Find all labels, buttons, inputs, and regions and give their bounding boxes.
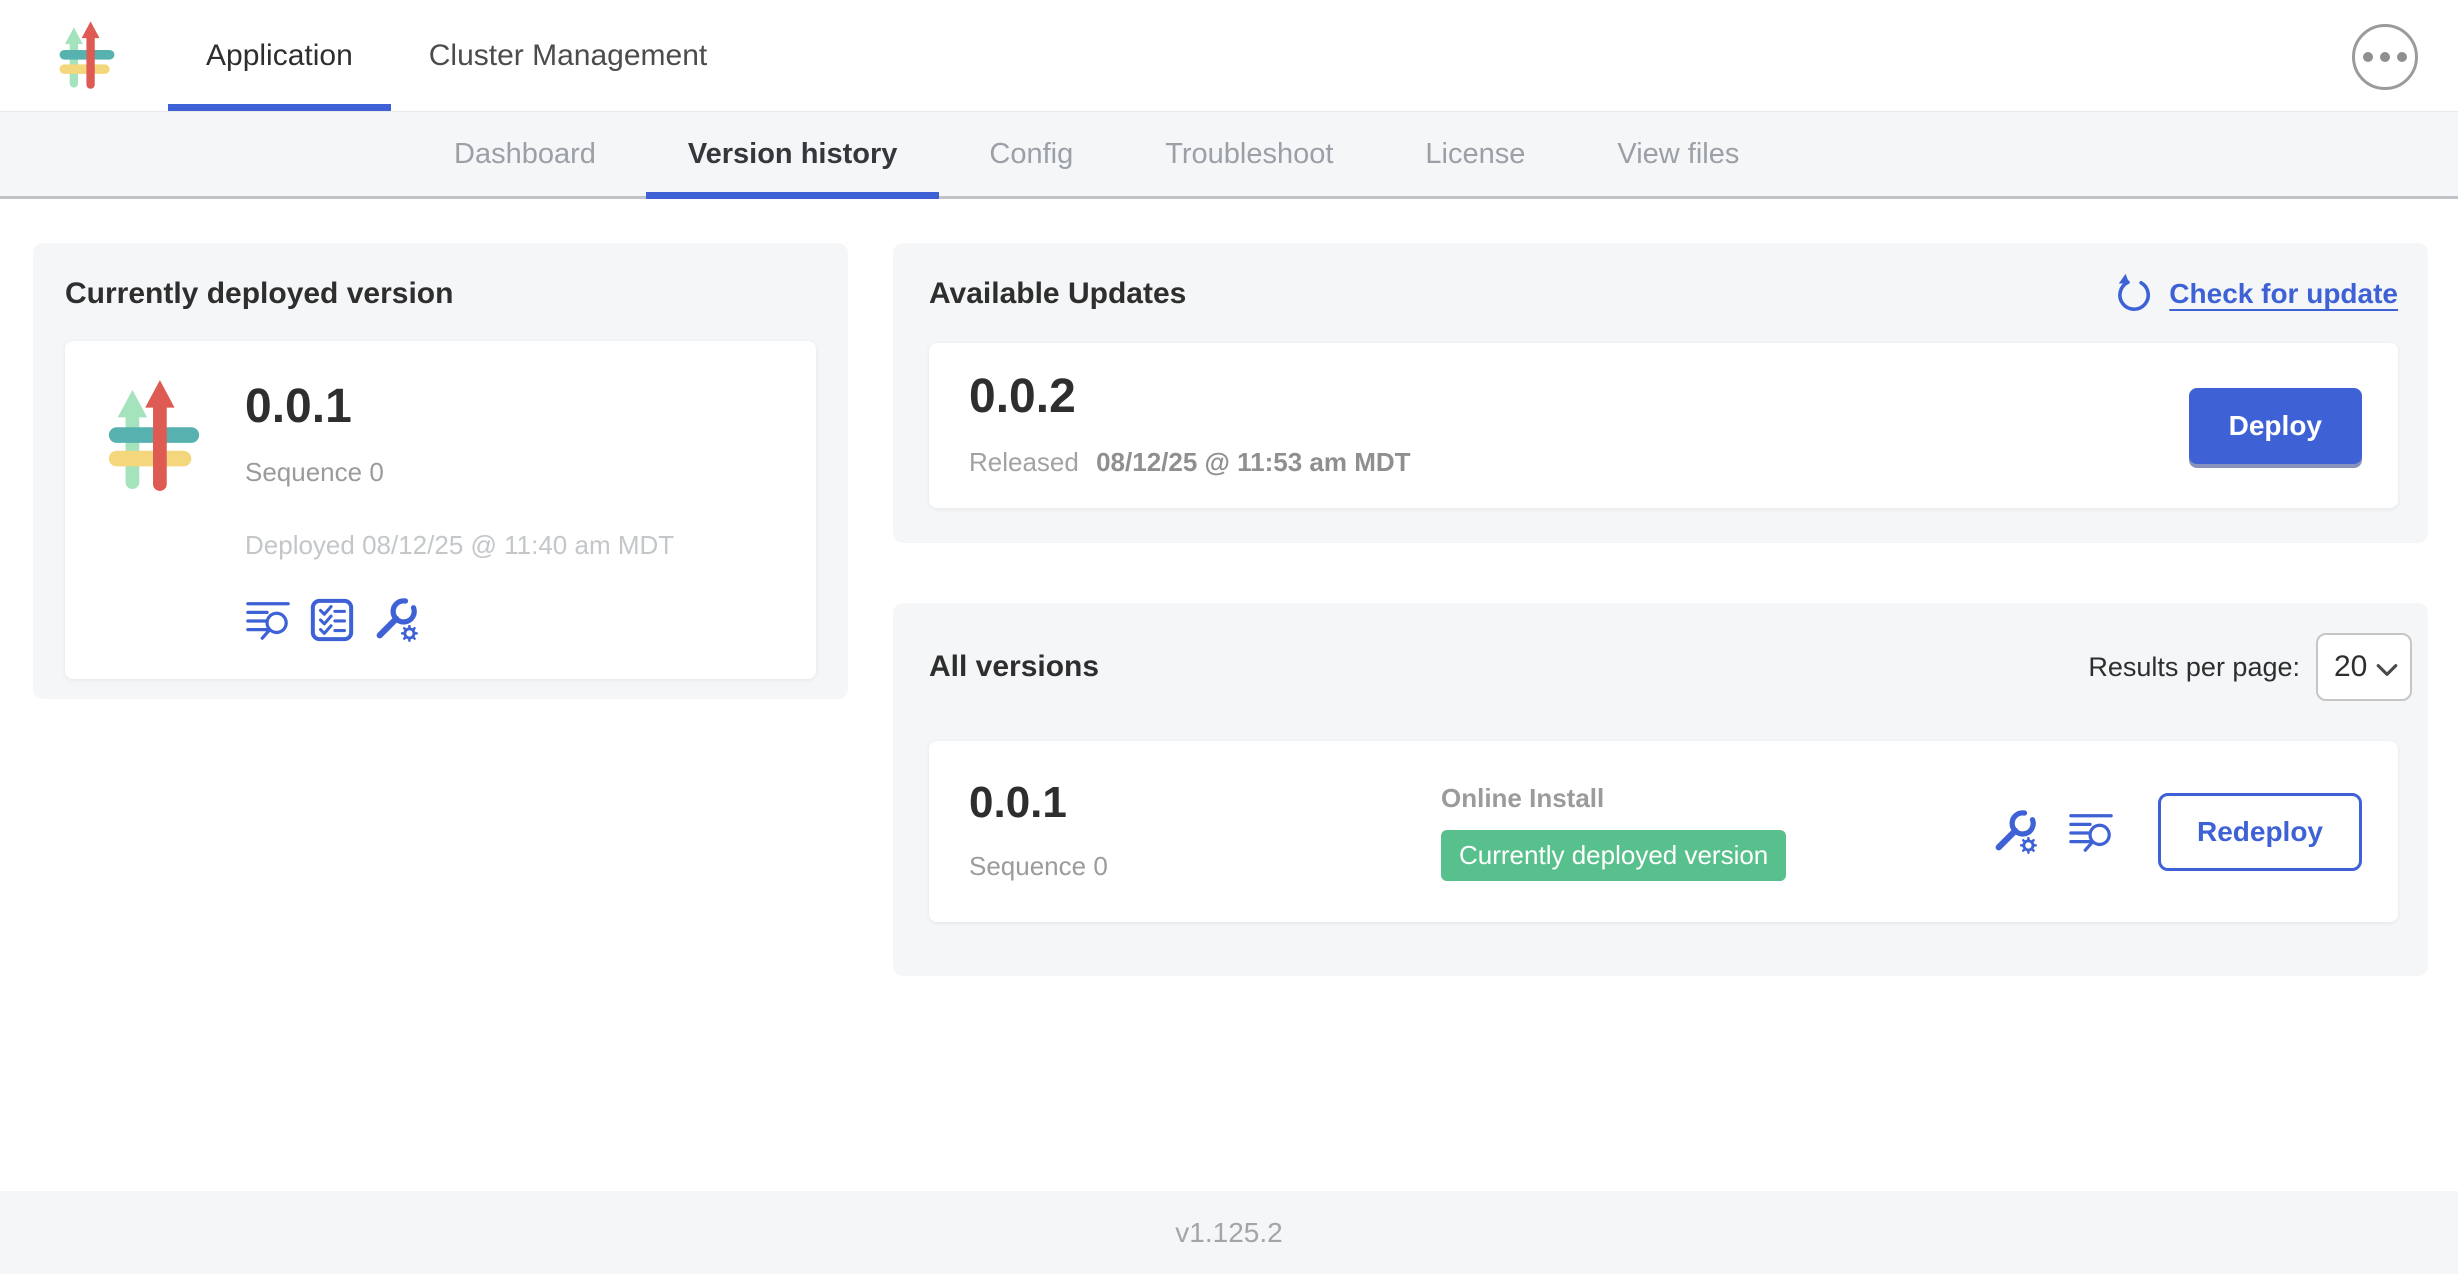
available-updates-title: Available Updates	[929, 277, 1186, 311]
currently-deployed-card: Currently deployed version 0.0.1 Sequenc…	[33, 243, 848, 699]
refresh-icon	[2113, 273, 2155, 315]
deployed-sequence: Sequence 0	[245, 457, 674, 488]
currently-deployed-version-panel: 0.0.1 Sequence 0 Deployed 08/12/25 @ 11:…	[65, 341, 816, 679]
header-tabs: Application Cluster Management	[168, 0, 745, 111]
app-logo-icon	[103, 377, 205, 497]
tab-license[interactable]: License	[1379, 112, 1571, 196]
all-versions-card: All versions Results per page: 20 0.0	[893, 603, 2428, 976]
chevron-down-icon	[2376, 663, 2398, 677]
preflight-checks-icon[interactable]	[309, 597, 355, 643]
main-content: Currently deployed version 0.0.1 Sequenc…	[0, 199, 2458, 1191]
tab-troubleshoot[interactable]: Troubleshoot	[1119, 112, 1379, 196]
check-for-update-label: Check for update	[2169, 278, 2398, 310]
results-per-page-label: Results per page:	[2088, 652, 2300, 683]
app-subnav: Dashboard Version history Config Trouble…	[0, 112, 2458, 199]
app-logo	[0, 0, 168, 111]
tab-view-files[interactable]: View files	[1571, 112, 1785, 196]
right-column: Available Updates Check for update 0.0.2…	[893, 243, 2428, 1191]
deploy-button[interactable]: Deploy	[2189, 388, 2362, 464]
update-version-number: 0.0.2	[969, 373, 1411, 421]
header-tab-application[interactable]: Application	[168, 0, 391, 111]
edit-config-icon[interactable]	[1992, 809, 2038, 855]
all-versions-title: All versions	[929, 650, 1099, 684]
view-logs-icon[interactable]	[245, 597, 291, 643]
currently-deployed-badge: Currently deployed version	[1441, 830, 1786, 881]
tab-dashboard[interactable]: Dashboard	[408, 112, 642, 196]
tab-version-history[interactable]: Version history	[642, 112, 944, 196]
app-header: Application Cluster Management	[0, 0, 2458, 112]
row-sequence: Sequence 0	[969, 851, 1441, 882]
edit-config-icon[interactable]	[373, 597, 419, 643]
header-tab-cluster-management[interactable]: Cluster Management	[391, 0, 745, 111]
row-actions: Redeploy	[1992, 793, 2362, 871]
deployed-version-number: 0.0.1	[245, 383, 674, 431]
check-for-update-link[interactable]: Check for update	[2113, 273, 2398, 315]
version-row: 0.0.1 Sequence 0 Online Install Currentl…	[929, 741, 2398, 922]
row-version-number: 0.0.1	[969, 781, 1441, 825]
app-footer: v1.125.2	[0, 1191, 2458, 1274]
results-per-page-value: 20	[2334, 650, 2367, 684]
released-label: Released	[969, 447, 1079, 477]
results-per-page-select[interactable]: 20	[2316, 633, 2412, 701]
redeploy-button[interactable]: Redeploy	[2158, 793, 2362, 871]
ellipsis-icon[interactable]	[2352, 24, 2418, 90]
page: Application Cluster Management Dashboard…	[0, 0, 2458, 1274]
view-logs-icon[interactable]	[2068, 809, 2114, 855]
released-timestamp: 08/12/25 @ 11:53 am MDT	[1096, 447, 1410, 477]
deployed-version-actions	[245, 597, 674, 643]
row-install-type: Online Install	[1441, 783, 1992, 814]
console-version: v1.125.2	[1175, 1217, 1282, 1249]
currently-deployed-title: Currently deployed version	[65, 277, 816, 311]
available-update-row: 0.0.2 Released 08/12/25 @ 11:53 am MDT D…	[929, 343, 2398, 508]
app-logo-icon	[56, 18, 118, 94]
tab-config[interactable]: Config	[943, 112, 1119, 196]
available-updates-card: Available Updates Check for update 0.0.2…	[893, 243, 2428, 543]
deployed-timestamp: Deployed 08/12/25 @ 11:40 am MDT	[245, 530, 674, 561]
